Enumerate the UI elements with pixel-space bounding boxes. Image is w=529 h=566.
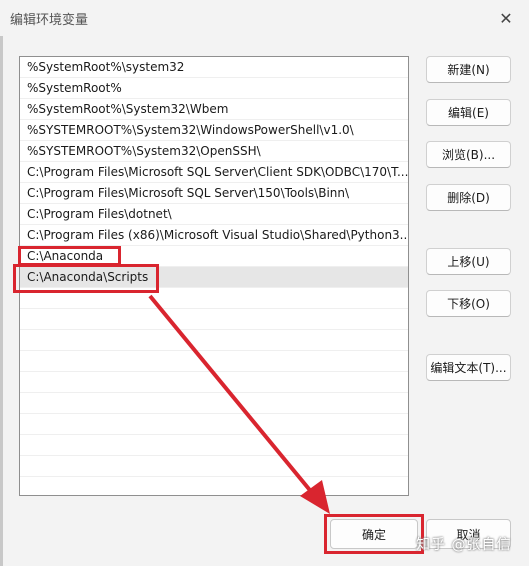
empty-list-row	[20, 351, 408, 372]
edit-button[interactable]: 编辑(E)	[426, 99, 511, 126]
empty-list-row	[20, 372, 408, 393]
ok-button[interactable]: 确定	[330, 519, 418, 549]
empty-list-row	[20, 435, 408, 456]
watermark: 知乎 @张自信	[416, 537, 512, 553]
edit-text-button[interactable]: 编辑文本(T)...	[426, 354, 511, 381]
path-list-item[interactable]: C:\Program Files (x86)\Microsoft Visual …	[20, 225, 408, 246]
move-up-button[interactable]: 上移(U)	[426, 248, 511, 275]
move-down-button[interactable]: 下移(O)	[426, 290, 511, 317]
empty-list-row	[20, 288, 408, 309]
path-list-item[interactable]: %SystemRoot%\System32\Wbem	[20, 99, 408, 120]
path-list-item[interactable]: %SYSTEMROOT%\System32\OpenSSH\	[20, 141, 408, 162]
path-list-item[interactable]: C:\Anaconda\Scripts	[20, 267, 408, 288]
path-list-item[interactable]: C:\Program Files\Microsoft SQL Server\Cl…	[20, 162, 408, 183]
empty-list-row	[20, 330, 408, 351]
window-title: 编辑环境变量	[10, 13, 89, 28]
title-bar: 编辑环境变量 ✕	[0, 0, 529, 36]
delete-button[interactable]: 删除(D)	[426, 184, 511, 211]
path-list-item[interactable]: C:\Anaconda	[20, 246, 408, 267]
empty-list-row	[20, 477, 408, 495]
path-list-item[interactable]: %SYSTEMROOT%\System32\WindowsPowerShell\…	[20, 120, 408, 141]
empty-list-row	[20, 414, 408, 435]
window-edge	[0, 36, 3, 566]
new-button[interactable]: 新建(N)	[426, 56, 511, 83]
path-list[interactable]: %SystemRoot%\system32 %SystemRoot% %System…	[19, 56, 409, 496]
empty-list-row	[20, 309, 408, 330]
path-list-item[interactable]: C:\Program Files\dotnet\	[20, 204, 408, 225]
close-button[interactable]: ✕	[483, 0, 529, 36]
path-list-item[interactable]: %SystemRoot%	[20, 78, 408, 99]
close-icon: ✕	[499, 8, 513, 28]
path-list-item[interactable]: C:\Program Files\Microsoft SQL Server\15…	[20, 183, 408, 204]
empty-list-row	[20, 456, 408, 477]
path-list-item[interactable]: %SystemRoot%\system32	[20, 57, 408, 78]
browse-button[interactable]: 浏览(B)...	[426, 141, 511, 168]
empty-list-row	[20, 393, 408, 414]
